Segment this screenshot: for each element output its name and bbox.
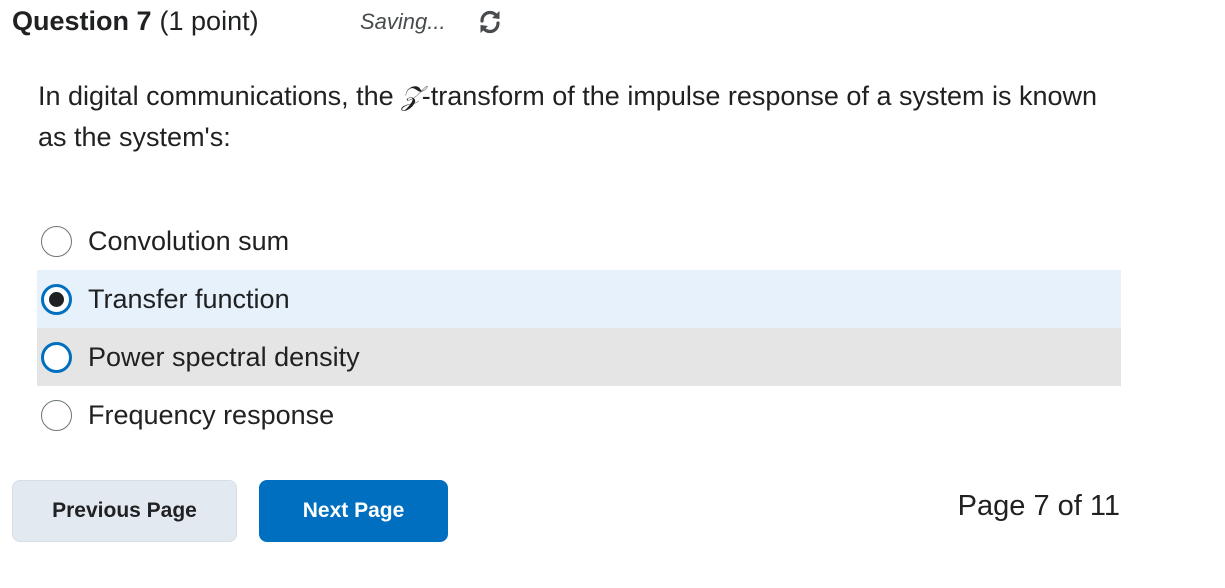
next-page-button[interactable]: Next Page <box>259 480 448 542</box>
question-points: (1 point) <box>159 5 259 36</box>
radio-button[interactable] <box>41 225 72 257</box>
option-transfer-function[interactable]: Transfer function <box>37 270 1121 328</box>
radio-button-focused[interactable] <box>41 341 72 373</box>
question-text: In digital communications, the 𝒵-transfo… <box>38 76 1118 158</box>
previous-page-button[interactable]: Previous Page <box>12 480 237 542</box>
option-frequency-response[interactable]: Frequency response <box>37 386 1121 444</box>
sync-icon <box>480 10 500 34</box>
question-text-before: In digital communications, the <box>38 81 402 111</box>
page-indicator: Page 7 of 11 <box>957 490 1120 522</box>
option-convolution-sum[interactable]: Convolution sum <box>37 212 1121 270</box>
question-header: Question 7 (1 point) <box>12 4 259 38</box>
radio-button[interactable] <box>41 399 72 431</box>
option-label: Power spectral density <box>88 341 360 372</box>
saving-status: Saving... <box>360 9 446 34</box>
question-title: Question 7 <box>12 5 152 36</box>
z-transform-symbol: 𝒵 <box>401 81 422 112</box>
radio-button-selected[interactable] <box>41 283 72 315</box>
option-power-spectral-density[interactable]: Power spectral density <box>37 328 1121 386</box>
answer-options: Convolution sum Transfer function Power … <box>37 212 1121 444</box>
option-label: Transfer function <box>88 283 290 314</box>
option-label: Frequency response <box>88 399 335 430</box>
option-label: Convolution sum <box>88 225 290 256</box>
